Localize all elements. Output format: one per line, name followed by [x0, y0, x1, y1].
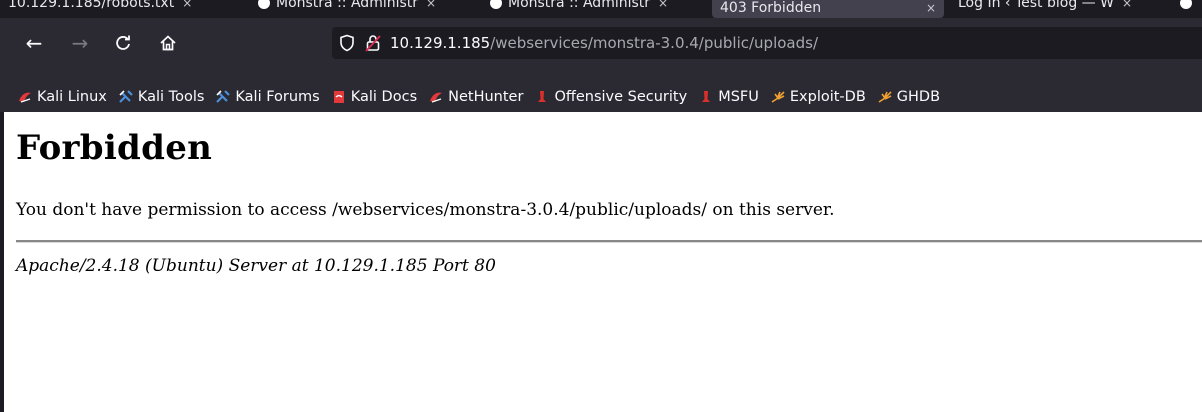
bookmark-exploit-db[interactable]: Exploit-DB [771, 89, 866, 105]
tab-monstra-2[interactable]: Monstra :: Administr × [482, 0, 704, 12]
bookmark-label: MSFU [718, 89, 759, 105]
kali-docs-icon [332, 90, 346, 104]
url-host: 10.129.1.185 [390, 34, 491, 52]
tab-label: 403 Forbidden [720, 0, 822, 16]
reload-button[interactable] [109, 29, 137, 57]
back-arrow-icon: ← [25, 31, 43, 55]
url-path: /webservices/monstra-3.0.4/public/upload… [490, 34, 818, 52]
bookmark-kali-tools[interactable]: Kali Tools [119, 89, 205, 105]
monstra-favicon-icon [490, 0, 502, 9]
tab-label: Monstra :: Administr [276, 0, 419, 11]
tab-label: 10.129.1.185/robots.txt [8, 0, 175, 11]
url-text[interactable]: 10.129.1.185/webservices/monstra-3.0.4/p… [390, 34, 818, 52]
reload-icon [116, 35, 130, 50]
tab-label: Log In ‹ Test blog — W [958, 0, 1114, 11]
navigation-row: ← → 10.129.1.185/webservices/monstra-3.0… [0, 26, 1202, 60]
tab-close-icon[interactable]: × [1122, 0, 1132, 10]
forbidden-message: You don't have permission to access /web… [16, 200, 835, 220]
ghdb-icon [878, 90, 892, 104]
kali-forums-icon [216, 90, 231, 104]
kali-dragon-icon [18, 90, 32, 104]
bookmark-offensive-security[interactable]: Offensive Security [535, 89, 687, 105]
bookmark-kali-forums[interactable]: Kali Forums [216, 89, 320, 105]
nethunter-icon [429, 90, 443, 104]
bookmark-nethunter[interactable]: NetHunter [429, 89, 523, 105]
offsec-icon [535, 90, 549, 104]
bookmarks-bar: Kali Linux Kali Tools Kali Forums Kali D… [0, 82, 1202, 112]
bookmark-kali-linux[interactable]: Kali Linux [18, 89, 107, 105]
bookmark-ghdb[interactable]: GHDB [878, 89, 940, 105]
bookmark-label: Kali Tools [137, 89, 205, 105]
shield-icon[interactable] [336, 32, 358, 54]
bookmark-label: Kali Linux [37, 89, 107, 105]
navigation-bar: ← → 10.129.1.185/webservices/monstra-3.0… [0, 18, 1202, 82]
tab-close-icon[interactable]: × [658, 0, 668, 10]
insecure-lock-icon[interactable] [362, 32, 384, 54]
tab-403-forbidden[interactable]: 403 Forbidden × [712, 0, 944, 18]
tab-robots[interactable]: 10.129.1.185/robots.txt × [0, 0, 240, 12]
monstra-favicon-icon [258, 0, 270, 9]
tab-close-icon[interactable]: × [426, 0, 436, 10]
bookmark-label: NetHunter [448, 89, 524, 105]
tab-close-icon[interactable]: × [182, 0, 192, 10]
tab-label: Monstra :: Administr [508, 0, 651, 11]
bookmark-label: GHDB [896, 89, 941, 105]
tab-log-in[interactable]: Log In ‹ Test blog — W × [950, 0, 1172, 12]
tab-overflow-icon [1180, 0, 1192, 9]
tab-overflow[interactable] [1180, 0, 1202, 12]
forward-button[interactable]: → [66, 29, 94, 57]
bookmark-msfu[interactable]: MSFU [699, 89, 759, 105]
exploitdb-icon [771, 90, 785, 104]
horizontal-rule [16, 240, 1202, 243]
page-heading: Forbidden [16, 128, 213, 168]
bookmark-kali-docs[interactable]: Kali Docs [332, 89, 417, 105]
bookmark-label: Kali Forums [235, 89, 320, 105]
tab-close-icon[interactable]: × [926, 1, 936, 15]
forward-arrow-icon: → [71, 31, 89, 55]
tab-monstra-1[interactable]: Monstra :: Administr × [250, 0, 472, 12]
server-signature: Apache/2.4.18 (Ubuntu) Server at 10.129.… [16, 256, 496, 276]
home-icon [160, 35, 176, 51]
bookmark-label: Kali Docs [350, 89, 418, 105]
url-bar[interactable]: 10.129.1.185/webservices/monstra-3.0.4/p… [332, 27, 1202, 59]
msfu-icon [699, 90, 713, 104]
bookmark-label: Offensive Security [554, 89, 688, 105]
back-button[interactable]: ← [20, 29, 48, 57]
tab-strip: 10.129.1.185/robots.txt × Monstra :: Adm… [0, 0, 1202, 18]
home-button[interactable] [154, 29, 182, 57]
bookmark-label: Exploit-DB [789, 89, 866, 105]
page-content: Forbidden You don't have permission to a… [4, 112, 1202, 412]
kali-tools-icon [119, 90, 133, 104]
